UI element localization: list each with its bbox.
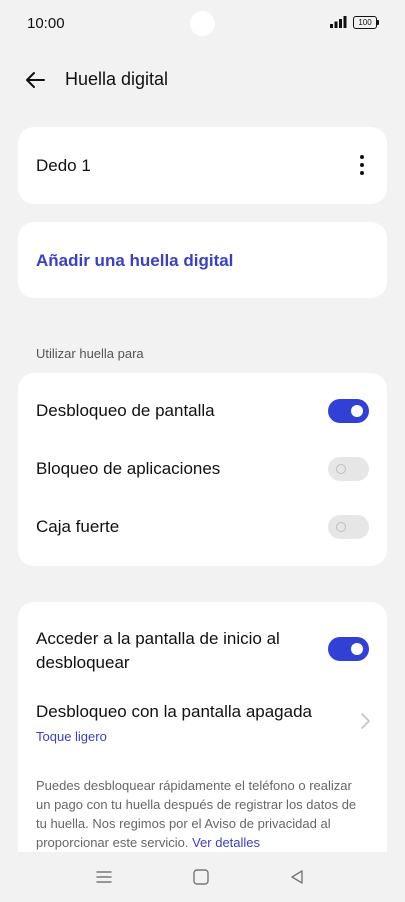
app-header: Huella digital (0, 60, 405, 100)
setting-row-screen-unlock[interactable]: Desbloqueo de pantalla (18, 373, 387, 437)
fingerprint-card[interactable]: Dedo 1 (18, 127, 387, 204)
setting-row-home-screen[interactable]: Acceder a la pantalla de inicio al desbl… (18, 602, 387, 688)
setting-value: Toque ligero (36, 729, 107, 744)
section-header: Utilizar huella para (36, 346, 144, 361)
options-card: Acceder a la pantalla de inicio al desbl… (18, 602, 387, 862)
camera-cutout (190, 11, 215, 36)
setting-label: Acceder a la pantalla de inicio al desbl… (36, 629, 280, 672)
home-square-icon[interactable] (191, 868, 211, 886)
privacy-description: Puedes desbloquear rápidamente el teléfo… (36, 776, 369, 852)
fingerprint-name: Dedo 1 (36, 156, 91, 175)
home-screen-toggle[interactable] (328, 637, 369, 661)
battery-icon: 100 (353, 16, 379, 29)
setting-label: Bloqueo de aplicaciones (36, 459, 221, 478)
signal-icon (330, 16, 347, 28)
back-arrow-icon[interactable] (22, 66, 50, 94)
setting-row-safe[interactable]: Caja fuerte (18, 495, 387, 555)
setting-label: Desbloqueo de pantalla (36, 401, 215, 420)
status-time: 10:00 (27, 15, 65, 32)
use-for-card: Desbloqueo de pantalla Bloqueo de aplica… (18, 373, 387, 566)
app-lock-toggle[interactable] (328, 457, 369, 481)
screen-unlock-toggle[interactable] (328, 399, 369, 423)
setting-row-app-lock[interactable]: Bloqueo de aplicaciones (18, 437, 387, 495)
setting-row-screen-off-unlock[interactable]: Desbloqueo con la pantalla apagada Toque… (18, 692, 387, 752)
system-nav-bar (0, 852, 405, 902)
battery-level: 100 (358, 18, 372, 27)
setting-label: Caja fuerte (36, 517, 120, 536)
page-title: Huella digital (65, 69, 169, 89)
menu-icon[interactable] (94, 868, 114, 886)
add-fingerprint-button[interactable]: Añadir una huella digital (18, 222, 387, 298)
add-fingerprint-label: Añadir una huella digital (36, 251, 234, 270)
setting-label: Desbloqueo con la pantalla apagada (36, 702, 313, 721)
chevron-right-icon (361, 713, 370, 729)
details-link[interactable]: Ver detalles (192, 835, 260, 850)
back-triangle-icon[interactable] (287, 868, 307, 886)
safe-toggle[interactable] (328, 515, 369, 539)
status-bar: 10:00 100 (0, 0, 405, 46)
more-vert-icon[interactable] (359, 155, 365, 175)
